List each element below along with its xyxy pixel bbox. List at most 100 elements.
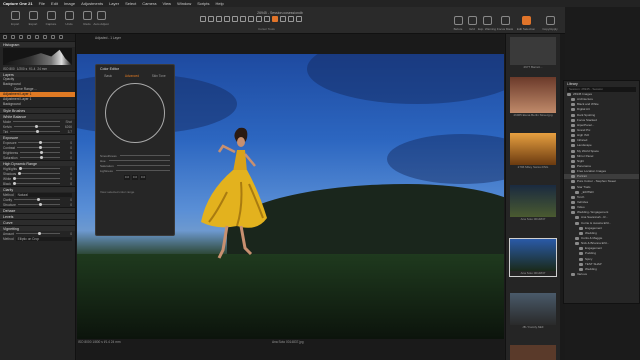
dancer-figure: [201, 127, 267, 259]
auto-adjust-button[interactable]: Auto Adjust: [88, 11, 114, 26]
camera-icon: [46, 11, 56, 20]
pan-tool-icon[interactable]: [200, 16, 206, 22]
menu-scripts[interactable]: Scripts: [197, 1, 209, 6]
menu-adjustments[interactable]: Adjustments: [81, 1, 103, 6]
folder-icon: [571, 159, 575, 163]
tab-basic[interactable]: Basic: [104, 74, 112, 78]
window-title: 26945 - Session.cosessiondb: [257, 11, 303, 15]
folder-icon: [571, 118, 575, 122]
tab-skin-tone[interactable]: Skin Tone: [152, 74, 166, 78]
color-tab-icon[interactable]: [27, 35, 31, 39]
folder-icon: [571, 201, 575, 205]
folder-icon: [571, 134, 575, 138]
menu-window[interactable]: Window: [177, 1, 191, 6]
folder-icon: [575, 242, 579, 246]
vignette-method-select[interactable]: Method Elliptic on Crop: [0, 236, 75, 241]
folder-icon: [571, 272, 575, 276]
folder-icon: [579, 267, 583, 271]
browser-thumb[interactable]: 2977 Barrett...: [509, 36, 557, 71]
folder-icon: [571, 165, 575, 169]
menu-camera[interactable]: Camera: [142, 1, 156, 6]
folder-icon: [567, 93, 571, 97]
folder-icon: [579, 231, 583, 235]
menu-file[interactable]: File: [39, 1, 45, 6]
undo-icon: [64, 11, 74, 20]
folder-icon: [571, 129, 575, 133]
focus-mask-icon: [500, 16, 510, 25]
library-tab-icon[interactable]: [3, 35, 7, 39]
browser-thumb[interactable]: [509, 344, 557, 360]
adjust-tab-icon[interactable]: [51, 35, 55, 39]
left-tool-panel: Histogram ISO 800 1/200 s f/1.4 24 mm Layer…: [0, 34, 76, 360]
copy-apply-button[interactable]: Copy/Apply: [537, 16, 563, 31]
menu-view[interactable]: View: [162, 1, 171, 6]
browser-thumb[interactable]: 2796 Miley Swiss.DNG: [509, 132, 557, 171]
right-toolbar: Before Grid Exp. Warning Focus Mask Edit…: [445, 12, 565, 31]
folder-icon: [571, 185, 575, 189]
folder-icon: [579, 252, 583, 256]
erase-mask-icon[interactable]: [264, 16, 270, 22]
export-icon: [28, 11, 38, 20]
viewer-filename: Ana Soto 0014837.jpg: [272, 340, 304, 344]
clarity-method-select[interactable]: Method Natural: [0, 192, 75, 197]
crop-tool-icon[interactable]: [216, 16, 222, 22]
folder-icon: [571, 98, 575, 102]
folder-icon: [575, 221, 579, 225]
folder-icon: [571, 144, 575, 148]
folder-icon: [571, 180, 575, 184]
histogram: [3, 48, 72, 65]
mask-tool-icon[interactable]: [248, 16, 254, 22]
loupe-tool-icon[interactable]: [208, 16, 214, 22]
browser-thumb[interactable]: Ana Soto 0014837: [509, 184, 557, 223]
menu-bar: Capture One 21 File Edit Image Adjustmen…: [0, 0, 640, 7]
folder-icon: [575, 237, 579, 240]
viewer-layer-label: Adjusted - 1 Layer: [95, 36, 121, 40]
folder-icon: [579, 262, 583, 266]
menu-app-name[interactable]: Capture One 21: [3, 1, 33, 6]
tab-advanced[interactable]: Advanced: [125, 74, 139, 78]
tool-tabs: [0, 34, 75, 41]
library-panel: Library Session: 26945 - Session 26945 I…: [563, 80, 640, 304]
gradient-tool-icon[interactable]: [280, 16, 286, 22]
menu-layer[interactable]: Layer: [109, 1, 119, 6]
library-item[interactable]: Various: [564, 272, 639, 277]
cursor-tools-label: Cursor Tools: [258, 27, 275, 31]
annotate-tool-icon[interactable]: [296, 16, 302, 22]
color-wheel[interactable]: [105, 83, 165, 143]
rotate-tool-icon[interactable]: [224, 16, 230, 22]
details-tab-icon[interactable]: [43, 35, 47, 39]
view-color-range-checkbox[interactable]: View selected color range: [96, 182, 174, 194]
lens-tab-icon[interactable]: [19, 35, 23, 39]
folder-icon: [571, 103, 575, 107]
keystone-tool-icon[interactable]: [232, 16, 238, 22]
capture-tab-icon[interactable]: [11, 35, 15, 39]
folder-icon: [579, 247, 583, 251]
menu-image[interactable]: Image: [64, 1, 75, 6]
histogram-header[interactable]: Histogram: [0, 41, 75, 47]
folder-icon: [571, 149, 575, 153]
menu-edit[interactable]: Edit: [51, 1, 58, 6]
folder-icon: [571, 170, 575, 174]
draw-mask-icon[interactable]: [256, 16, 262, 22]
folder-icon: [571, 154, 575, 158]
import-icon: [10, 11, 20, 20]
folder-icon: [571, 211, 575, 215]
library-tree: 26945 Images Architecture Black and White D…: [564, 92, 639, 277]
folder-icon: [579, 257, 583, 261]
cursor-tool-strip: [200, 16, 350, 25]
meta-tab-icon[interactable]: [59, 35, 63, 39]
picker-tool-icon[interactable]: [288, 16, 294, 22]
menu-help[interactable]: Help: [216, 1, 224, 6]
browser-thumb[interactable]: JB / Family.NEF: [509, 292, 557, 331]
image-browser: 2977 Barrett... 26965 Elena Berlin Stree…: [505, 34, 560, 360]
browser-thumb-selected[interactable]: Ana Soto 0014837: [509, 238, 557, 277]
brush-tool-icon[interactable]: [272, 16, 278, 22]
edit-selection-icon: [521, 16, 531, 25]
folder-icon: [571, 123, 575, 127]
edit-selection-button[interactable]: Edit Selection: [513, 16, 539, 31]
menu-select[interactable]: Select: [125, 1, 136, 6]
browser-thumb[interactable]: 26965 Elena Berlin Street.jpg: [509, 76, 557, 119]
spot-tool-icon[interactable]: [240, 16, 246, 22]
color-editor-title[interactable]: Color Editor: [96, 65, 174, 73]
exposure-tab-icon[interactable]: [35, 35, 39, 39]
